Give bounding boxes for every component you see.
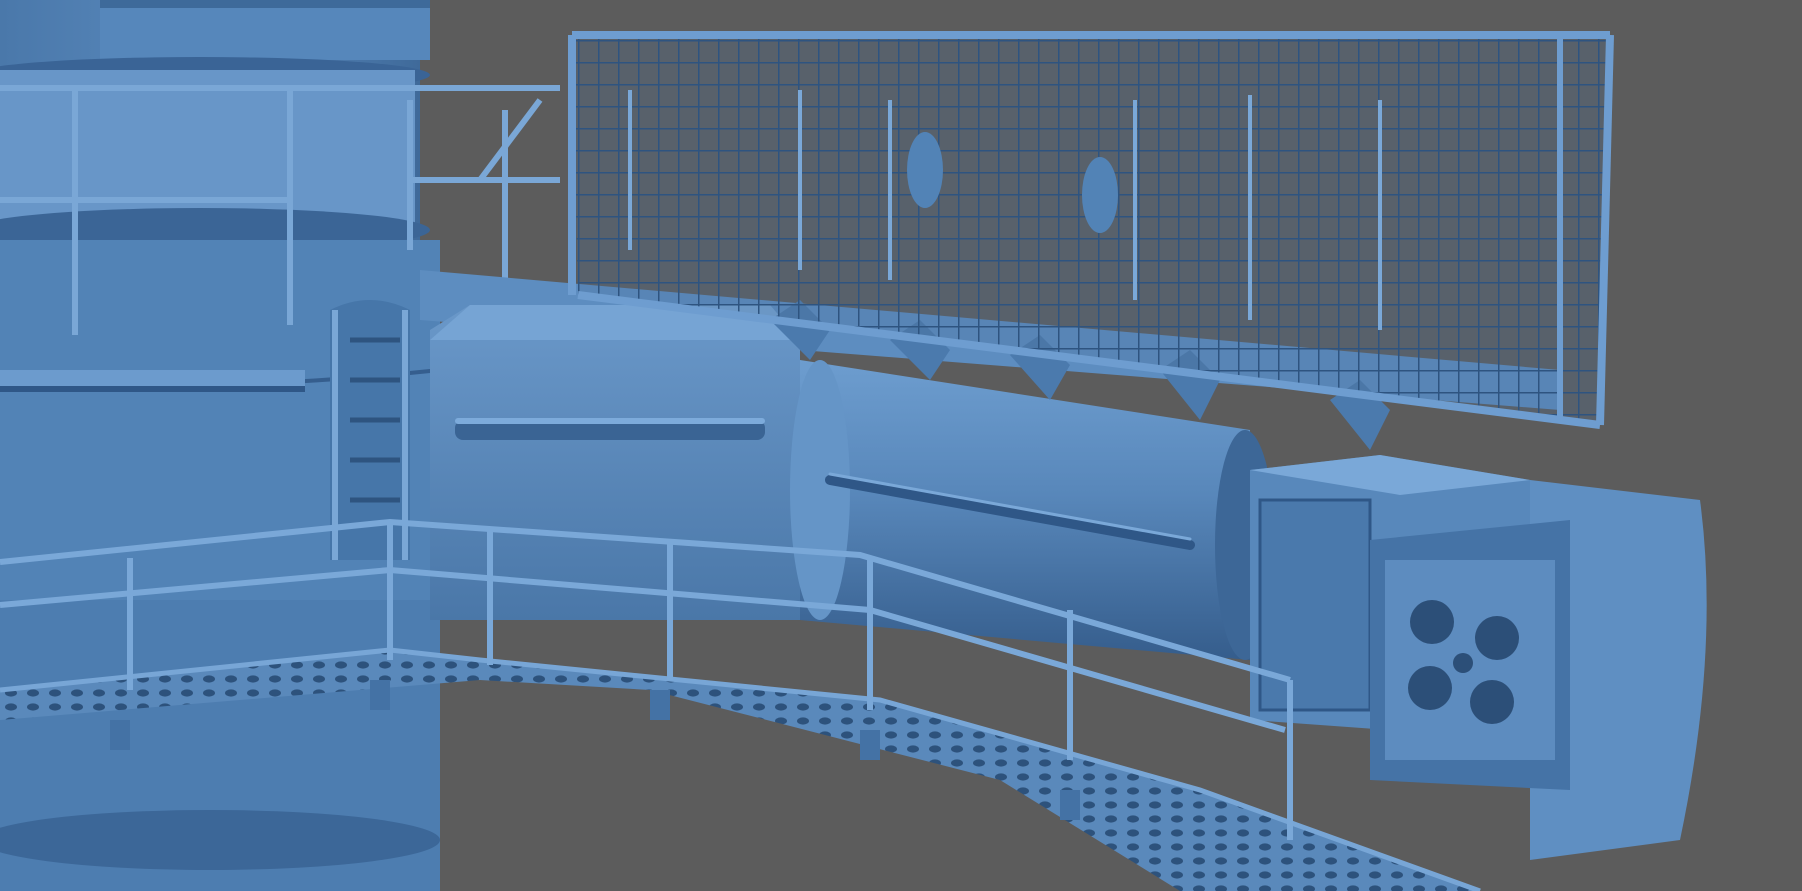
ship-model-render: [0, 0, 1802, 891]
equipment-housing: [430, 305, 800, 620]
render-viewport: [0, 0, 1802, 891]
